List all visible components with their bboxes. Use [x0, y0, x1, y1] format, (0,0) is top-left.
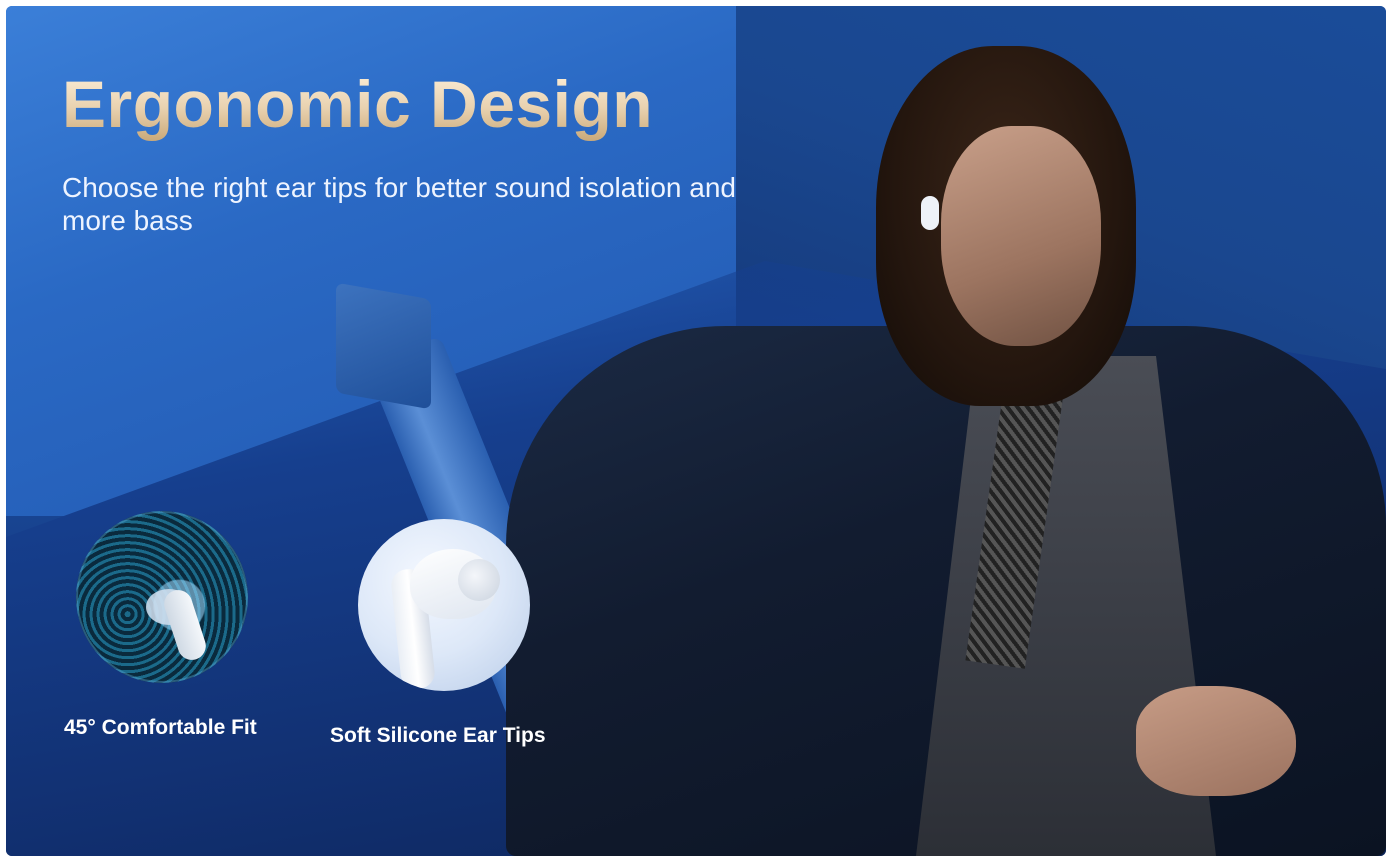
banner: Ergonomic Design Choose the right ear ti… — [6, 6, 1386, 856]
earbud-in-ear-icon — [921, 196, 939, 230]
ear-fit-icon — [76, 511, 248, 683]
feature-label: Soft Silicone Ear Tips — [330, 724, 546, 747]
model-hand — [1136, 686, 1296, 796]
earbud-icon — [358, 519, 530, 691]
feature-label: 45° Comfortable Fit — [64, 716, 257, 739]
page-title: Ergonomic Design — [62, 67, 654, 141]
page-subtitle: Choose the right ear tips for better sou… — [62, 172, 736, 236]
model-face — [941, 126, 1101, 346]
chair-arm — [336, 282, 431, 410]
model-photo — [466, 26, 1386, 856]
